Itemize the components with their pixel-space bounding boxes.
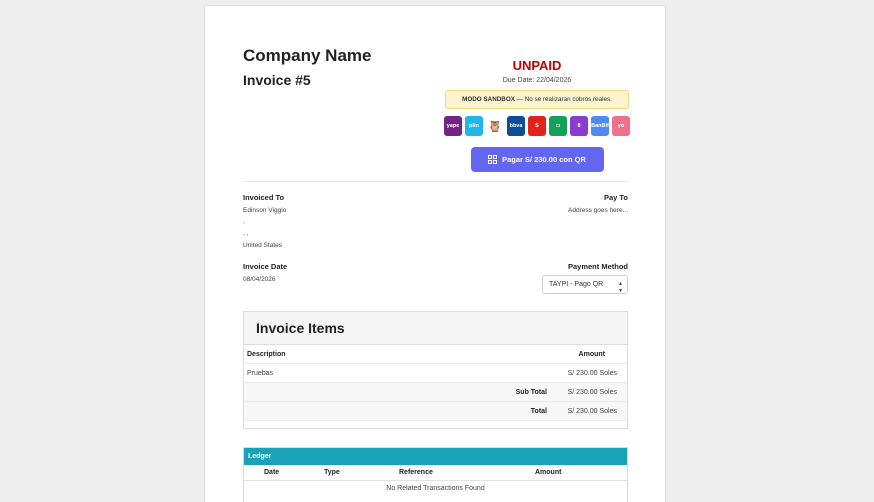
status-badge: UNPAID (512, 58, 562, 73)
invoice-date-label: Invoice Date (243, 262, 288, 271)
pay-with-qr-button[interactable]: Pagar S/ 230.00 con QR (470, 147, 604, 172)
invoice-number: Invoice #5 (243, 72, 311, 88)
ledger-col-type: Type (324, 469, 340, 476)
pay-to-address: Address goes here... (568, 207, 628, 214)
wallet-logo-banbif: BanBif (591, 116, 609, 136)
total-row: Total S/ 230.00 Soles (244, 402, 627, 421)
col-description: Description (247, 351, 286, 358)
sandbox-message: — No se realizaran cobros reales. (514, 96, 612, 103)
invoice-items-panel: Invoice Items Description Amount Pruebas… (243, 311, 628, 429)
invoiced-to-line2: , (243, 218, 245, 225)
invoice-items-title: Invoice Items (244, 312, 627, 345)
sandbox-label: MODO SANDBOX (462, 96, 515, 103)
invoice-card: Company Name Invoice #5 UNPAID Due Date:… (204, 5, 666, 502)
item-description: Pruebas (247, 370, 274, 377)
select-arrows-icon: ▴ ▾ (618, 281, 622, 294)
items-header-row: Description Amount (244, 345, 627, 364)
subtotal-value: S/ 230.00 Soles (567, 389, 617, 396)
payment-method-value: TAYPI - Pago QR (549, 281, 604, 288)
wallet-logo-yape: yape (444, 116, 462, 136)
sandbox-notice: MODO SANDBOX — No se realizaran cobros r… (445, 90, 629, 109)
ledger-panel: Ledger Date Type Reference Amount No Rel… (243, 447, 628, 502)
wallet-logo-yo: yo (612, 116, 630, 136)
pay-to-label: Pay To (603, 193, 628, 202)
wallet-logo-plin: plin (465, 116, 483, 136)
table-row: Pruebas S/ 230.00 Soles (244, 364, 627, 383)
payment-method-label: Payment Method (567, 262, 628, 271)
wallet-logo-tunki: 🦉 (486, 116, 504, 136)
col-amount: Amount (578, 351, 605, 358)
company-name: Company Name (243, 46, 372, 65)
total-value: S/ 230.00 Soles (567, 408, 617, 415)
subtotal-row: Sub Total S/ 230.00 Soles (244, 383, 627, 402)
ledger-title: Ledger (244, 448, 627, 465)
invoiced-to-line3: , , (243, 230, 249, 237)
wallet-logo-bbva: bbva (507, 116, 525, 136)
ledger-empty-message: No Related Transactions Found (386, 485, 485, 492)
due-date: Due Date: 22/04/2026 (502, 77, 572, 84)
wallet-logo-agora: ◘ (549, 116, 567, 136)
invoiced-to-name: Edinson Viggio (243, 207, 287, 214)
ledger-col-date: Date (264, 469, 280, 476)
invoiced-to-label: Invoiced To (243, 193, 285, 202)
invoiced-to-country: United States (243, 242, 283, 249)
total-label: Total (530, 408, 547, 415)
ledger-col-amount: Amount (535, 469, 562, 476)
ledger-col-reference: Reference (399, 469, 433, 476)
wallet-logos: yape plin 🦉 bbva S ◘ 8 BanBif yo (443, 116, 631, 136)
qr-icon (488, 155, 498, 164)
item-amount: S/ 230.00 Soles (567, 370, 617, 377)
wallet-logo-banco: 8 (570, 116, 588, 136)
wallet-logo-scotiabank: S (528, 116, 546, 136)
invoice-date-value: 08/04/2026 (243, 276, 276, 283)
payment-status-block: UNPAID Due Date: 22/04/2026 MODO SANDBOX… (443, 58, 631, 172)
subtotal-label: Sub Total (515, 389, 547, 396)
divider (243, 181, 628, 182)
ledger-header-row: Date Type Reference Amount (244, 465, 627, 481)
payment-method-select[interactable]: TAYPI - Pago QR ▴ ▾ (542, 275, 628, 294)
pay-with-qr-label: Pagar S/ 230.00 con QR (502, 155, 586, 164)
